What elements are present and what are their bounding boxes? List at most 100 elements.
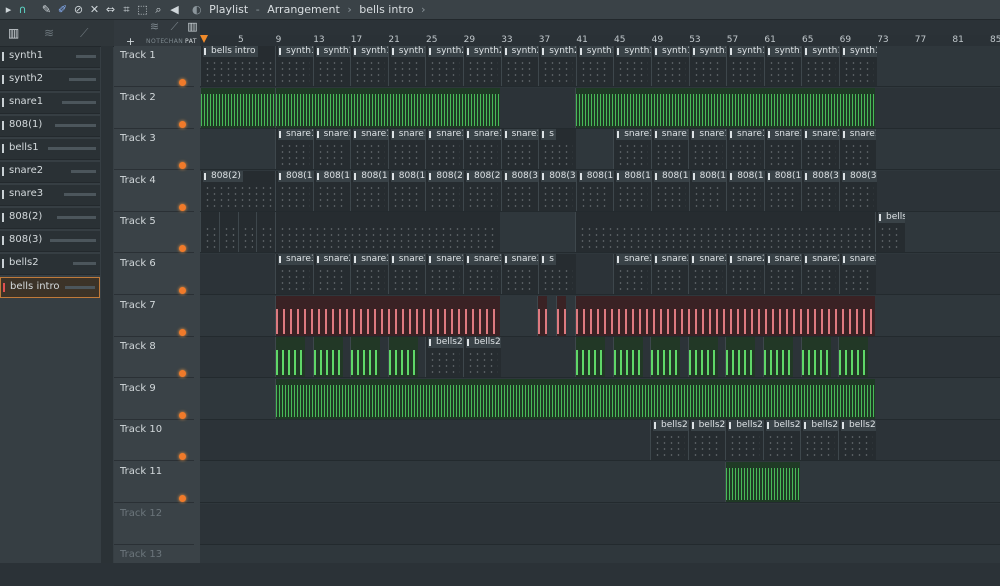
- audio-clip-icon[interactable]: ≋: [44, 26, 54, 40]
- pattern-clip[interactable]: [763, 337, 793, 378]
- track-enable-led[interactable]: [179, 370, 186, 378]
- pattern-clip[interactable]: snare1: [613, 129, 651, 170]
- track-header[interactable]: Track 7: [114, 296, 194, 337]
- pattern-clip[interactable]: [575, 337, 605, 378]
- pattern-clip[interactable]: 808(3): [538, 170, 576, 211]
- track-header[interactable]: Track 1: [114, 46, 194, 87]
- breadcrumb-item[interactable]: bells intro: [359, 3, 413, 16]
- pattern-clip[interactable]: bells2: [838, 420, 876, 461]
- pattern-clip[interactable]: 808(1): [613, 170, 651, 211]
- pattern-clip[interactable]: bells1: [875, 212, 905, 253]
- delete-icon[interactable]: ⊘: [72, 3, 85, 16]
- track-header[interactable]: Track 6: [114, 254, 194, 295]
- pattern-item[interactable]: bells1: [0, 139, 100, 160]
- pattern-clip[interactable]: snare1: [425, 129, 463, 170]
- slip-icon[interactable]: ⇔: [104, 3, 117, 16]
- pattern-clip[interactable]: bells2: [800, 420, 838, 461]
- pattern-clip[interactable]: synth1: [651, 46, 689, 86]
- pattern-clip[interactable]: snare1: [463, 129, 501, 170]
- paint-brush-icon[interactable]: ✐: [56, 3, 69, 16]
- track-enable-led[interactable]: [179, 162, 186, 170]
- track-lane[interactable]: [200, 462, 1000, 503]
- pattern-clip[interactable]: synth2: [538, 46, 576, 86]
- pattern-item[interactable]: 808(1): [0, 116, 100, 137]
- pencil-icon[interactable]: ✎: [40, 3, 53, 16]
- pattern-clip[interactable]: snare3: [763, 254, 802, 294]
- pattern-item[interactable]: snare3: [0, 185, 100, 206]
- select-icon[interactable]: ⬚: [136, 3, 149, 16]
- pattern-clip[interactable]: s: [538, 129, 576, 170]
- track-header[interactable]: Track 9: [114, 379, 194, 420]
- pattern-clip[interactable]: snare1: [650, 129, 689, 170]
- pattern-clip[interactable]: synth1: [275, 46, 313, 86]
- pattern-clip[interactable]: [725, 462, 800, 502]
- pattern-clip[interactable]: bells intro: [200, 46, 275, 86]
- pattern-clip[interactable]: snare3: [613, 254, 651, 294]
- track-header[interactable]: Track 11: [114, 462, 194, 503]
- pattern-clip[interactable]: snare1: [387, 129, 426, 170]
- pattern-clip[interactable]: [275, 378, 875, 419]
- pattern-clip[interactable]: [650, 337, 681, 378]
- track-lane[interactable]: [200, 545, 1000, 563]
- pattern-clip[interactable]: [218, 212, 238, 253]
- pattern-clip[interactable]: snare3: [838, 254, 877, 294]
- pattern-clip[interactable]: [575, 212, 875, 253]
- pattern-clip[interactable]: snare2: [801, 254, 839, 294]
- pattern-clip[interactable]: synth2: [500, 46, 539, 86]
- pattern-clip[interactable]: [275, 337, 305, 378]
- track-lane[interactable]: [200, 503, 1000, 545]
- track-enable-led[interactable]: [179, 411, 186, 419]
- track-header[interactable]: Track 12: [114, 504, 194, 545]
- track-header[interactable]: Track 5: [114, 212, 194, 254]
- pattern-clip[interactable]: [275, 87, 500, 128]
- pattern-clip[interactable]: snare3: [425, 254, 463, 294]
- track-lane[interactable]: [200, 420, 1000, 462]
- pattern-clip[interactable]: snare2: [650, 254, 689, 294]
- pattern-clip[interactable]: snare3: [350, 254, 388, 294]
- pattern-item[interactable]: synth2: [0, 70, 100, 91]
- pattern-clip[interactable]: [200, 87, 275, 128]
- track-header[interactable]: Track 4: [114, 171, 194, 212]
- pattern-clip[interactable]: snare1: [763, 129, 802, 170]
- zoom-icon[interactable]: ⌕: [152, 3, 165, 16]
- pattern-clip[interactable]: bells2: [725, 420, 763, 461]
- pattern-item[interactable]: 808(2): [0, 208, 100, 229]
- pattern-clip[interactable]: [387, 337, 418, 378]
- pattern-clip[interactable]: 808(2): [200, 170, 275, 211]
- pattern-clip[interactable]: snare3: [463, 254, 501, 294]
- pattern-clip[interactable]: snare1: [350, 129, 388, 170]
- pattern-clip[interactable]: 808(3): [839, 170, 877, 211]
- track-enable-led[interactable]: [179, 328, 186, 336]
- pattern-item[interactable]: bells2: [0, 254, 100, 275]
- track-header[interactable]: Track 8: [114, 337, 194, 379]
- pattern-clip[interactable]: synth1: [726, 46, 764, 86]
- pattern-item[interactable]: snare1: [0, 93, 100, 114]
- pattern-clip[interactable]: synth2: [425, 46, 463, 86]
- pattern-clip[interactable]: [575, 87, 875, 128]
- pattern-clip[interactable]: [275, 295, 500, 336]
- pattern-clip[interactable]: snare1: [838, 129, 877, 170]
- pattern-clip[interactable]: synth1: [839, 46, 877, 86]
- pattern-clip[interactable]: [838, 337, 869, 378]
- pattern-clip[interactable]: snare2: [387, 254, 426, 294]
- playhead-marker[interactable]: [200, 35, 208, 43]
- pattern-clip[interactable]: synth1: [763, 46, 802, 86]
- pattern-clip[interactable]: snare1: [312, 129, 351, 170]
- pattern-clip[interactable]: synth1: [688, 46, 727, 86]
- pattern-clip[interactable]: 808(1): [651, 170, 689, 211]
- pattern-clip[interactable]: 808(1): [726, 170, 764, 211]
- pat-mode-icon[interactable]: ▥: [186, 20, 199, 33]
- note-mode-icon[interactable]: ≋: [148, 20, 161, 33]
- track-header[interactable]: Track 10: [114, 420, 194, 462]
- track-enable-led[interactable]: [179, 79, 186, 86]
- pattern-item[interactable]: bells intro: [0, 277, 100, 298]
- pattern-clip[interactable]: 808(1): [350, 170, 388, 211]
- pattern-clip[interactable]: 808(1): [312, 170, 351, 211]
- pattern-clip[interactable]: synth1: [575, 46, 614, 86]
- pattern-item[interactable]: 808(3): [0, 231, 100, 252]
- pattern-clip[interactable]: 808(2): [463, 170, 501, 211]
- pattern-clip[interactable]: [800, 337, 831, 378]
- track-enable-led[interactable]: [179, 120, 186, 128]
- pattern-clip[interactable]: bells2: [425, 337, 463, 378]
- track-enable-led[interactable]: [179, 245, 186, 253]
